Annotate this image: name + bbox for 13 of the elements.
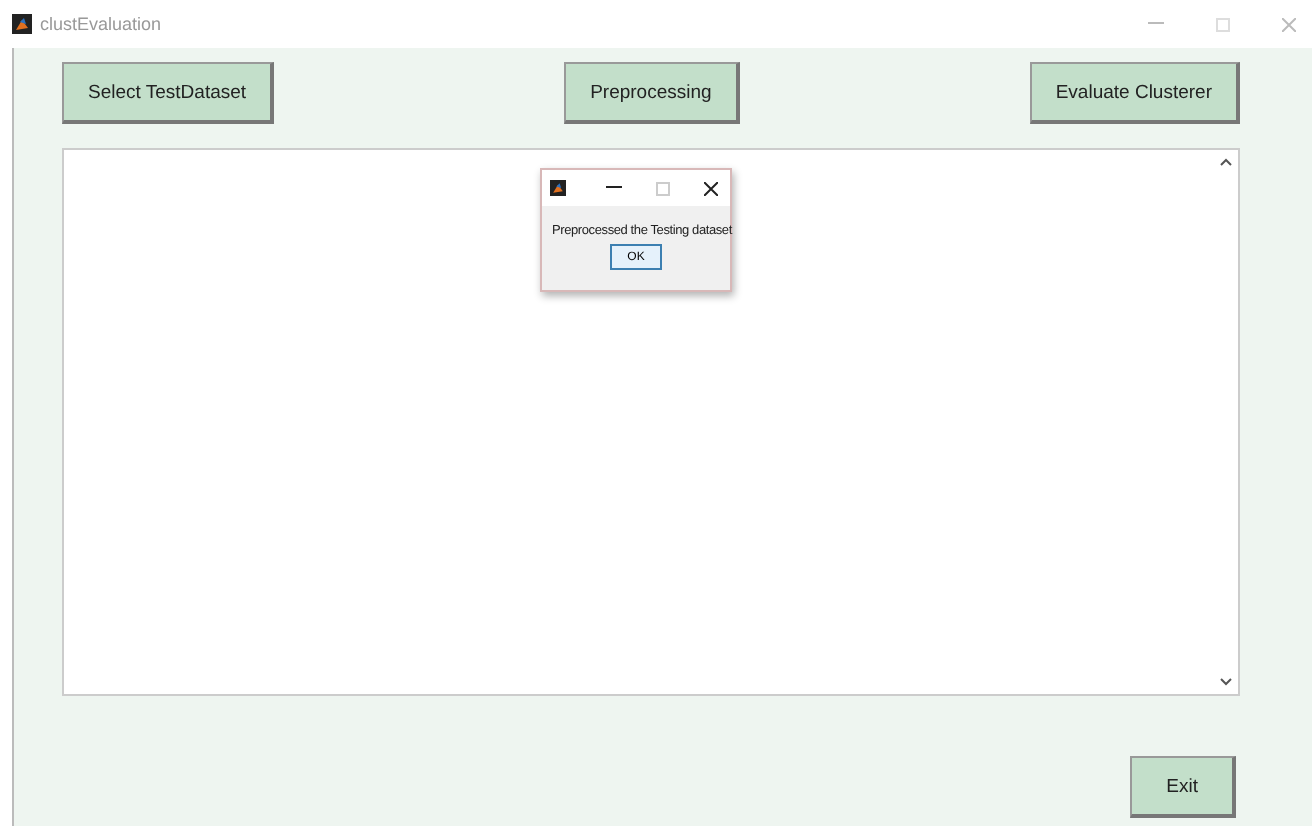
app-logo-icon <box>12 14 32 34</box>
exit-button[interactable]: Exit <box>1130 756 1236 818</box>
app-logo-icon <box>550 180 566 196</box>
window-title: clustEvaluation <box>40 14 164 34</box>
action-button[interactable]: Preprocessing <box>564 62 740 124</box>
close-icon[interactable] <box>704 181 718 195</box>
maximize-icon[interactable] <box>656 181 670 195</box>
action-button[interactable]: Evaluate Clusterer <box>1029 62 1240 124</box>
scroll-up-icon[interactable] <box>1220 158 1232 166</box>
minimize-icon[interactable] <box>606 186 622 190</box>
maximize-icon[interactable] <box>1216 17 1230 31</box>
action-button[interactable]: Select TestDataset <box>62 62 275 124</box>
scroll-down-icon[interactable] <box>1220 678 1232 686</box>
